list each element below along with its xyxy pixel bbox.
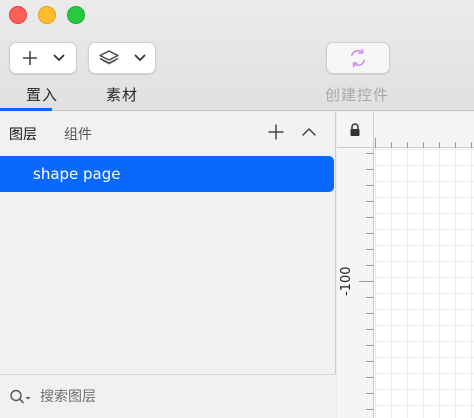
refresh-cycle-icon	[351, 48, 365, 68]
layers-panel: 图层 组件 shape page	[0, 112, 336, 418]
layer-row[interactable]: shape page	[0, 156, 334, 192]
assets-button[interactable]	[88, 42, 156, 74]
panel-tabs: 图层 组件	[0, 112, 336, 152]
layer-label: shape page	[33, 165, 121, 183]
chevron-down-icon	[53, 54, 65, 61]
ruler-lock-button[interactable]	[337, 112, 374, 148]
lock-icon	[350, 122, 360, 136]
zoom-window-button[interactable]	[67, 6, 85, 24]
toolbar: 置入 素材 创建控件	[0, 0, 474, 111]
tab-components[interactable]: 组件	[64, 124, 92, 144]
chevron-up-icon[interactable]	[299, 122, 319, 142]
chevron-down-icon	[134, 54, 146, 61]
minimize-window-button[interactable]	[38, 6, 56, 24]
layers-stack-icon	[99, 50, 119, 65]
insert-button[interactable]	[9, 42, 77, 74]
add-layer-icon[interactable]	[266, 122, 286, 142]
insert-label: 置入	[26, 86, 59, 104]
layer-search-bar	[0, 374, 336, 418]
assets-label: 素材	[106, 86, 139, 104]
create-component-label: 创建控件	[325, 86, 390, 104]
tab-layers[interactable]: 图层	[9, 124, 37, 144]
horizontal-ruler	[374, 112, 474, 148]
vertical-ruler: -100	[337, 148, 374, 418]
search-icon[interactable]	[9, 388, 35, 406]
vertical-ruler-label: -100	[339, 266, 354, 296]
horizontal-ruler-ticks	[375, 138, 472, 148]
search-input[interactable]	[40, 385, 320, 409]
close-window-button[interactable]	[9, 6, 27, 24]
create-component-button[interactable]	[326, 42, 390, 74]
active-toolbar-indicator	[0, 108, 52, 111]
canvas[interactable]: -100	[337, 112, 474, 418]
app-window: 置入 素材 创建控件 图层 组件 shape page 搜索图层 -100	[0, 0, 474, 418]
plus-icon	[23, 51, 37, 65]
